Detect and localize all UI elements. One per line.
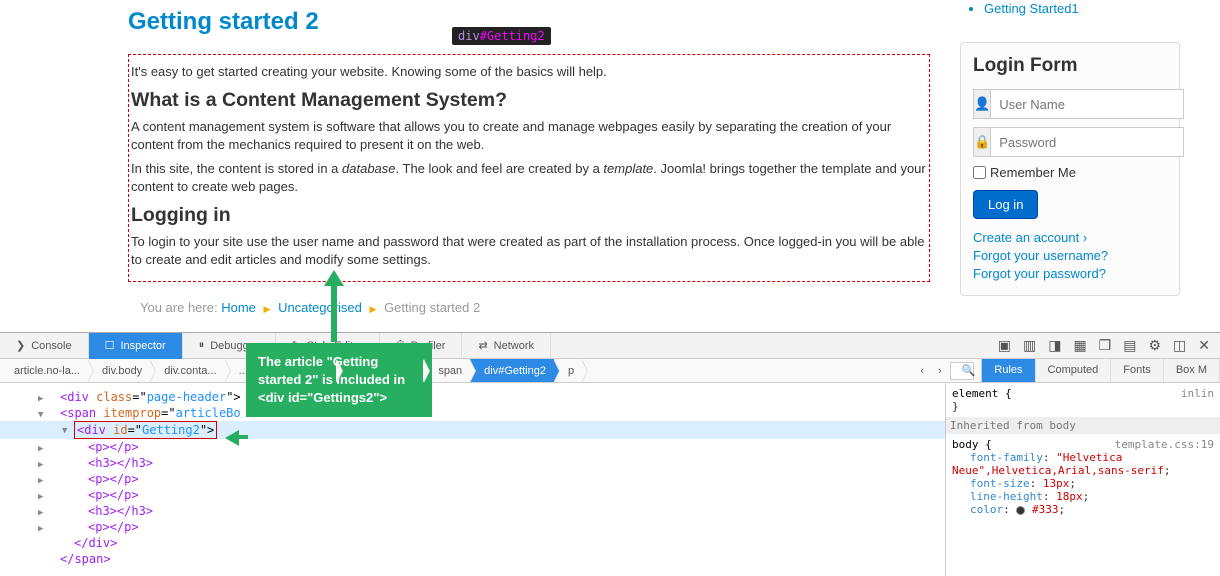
twisty-icon[interactable]: ▶ (38, 441, 43, 457)
sidebar-links: Getting Started1 (960, 0, 1180, 18)
arrow-icon (238, 435, 248, 439)
inherited-label: Inherited from body (946, 417, 1220, 434)
dom-tree[interactable]: ▶<div class="page-header"> ▼<span itempr… (0, 383, 945, 576)
close-icon[interactable]: ✕ (1198, 337, 1210, 354)
article-heading-2: Logging in (131, 204, 927, 227)
forgot-username-link[interactable]: Forgot your username? (973, 247, 1167, 265)
devtools-panel: ❯Console ☐Inspector ⏸Debugger ✎Style Edi… (0, 332, 1220, 576)
tab-console[interactable]: ❯Console (0, 333, 89, 359)
password-input[interactable] (990, 127, 1184, 157)
settings-icon[interactable]: ⚙ (1148, 337, 1161, 354)
arrow-icon (324, 270, 344, 286)
twisty-icon[interactable]: ▶ (38, 391, 43, 407)
login-form: Login Form 👤 🔒 Remember Me Log in Create… (960, 42, 1180, 296)
console-icon: ❯ (16, 339, 25, 352)
breadcrumb-home[interactable]: Home (221, 300, 256, 315)
user-icon: 👤 (973, 89, 990, 119)
responsive-icon[interactable]: ▥ (1023, 337, 1036, 354)
lock-icon: 🔒 (973, 127, 990, 157)
css-tab-fonts[interactable]: Fonts (1111, 359, 1164, 382)
twisty-icon[interactable]: ▶ (38, 457, 43, 473)
breadcrumb: You are here: Home ▶ Uncategorised ▶ Get… (128, 300, 930, 315)
chevron-right-icon: › (1083, 230, 1087, 245)
tab-inspector[interactable]: ☐Inspector (89, 333, 183, 359)
bc-next-icon[interactable]: › (932, 365, 948, 377)
username-input[interactable] (990, 89, 1184, 119)
twisty-icon[interactable]: ▶ (38, 473, 43, 489)
twisty-icon[interactable]: ▶ (38, 521, 43, 537)
login-heading: Login Form (973, 55, 1167, 77)
twisty-icon[interactable]: ▶ (38, 505, 43, 521)
search-icon: 🔍 (956, 364, 982, 377)
article-p2: In this site, the content is stored in a… (131, 160, 927, 196)
breadcrumb-current: Getting started 2 (384, 300, 480, 315)
css-rules-panel: element {inlin } Inherited from body bod… (945, 383, 1220, 576)
css-tab-rules[interactable]: Rules (982, 359, 1035, 382)
remember-me-checkbox[interactable] (973, 166, 986, 179)
forgot-password-link[interactable]: Forgot your password? (973, 265, 1167, 283)
breadcrumb-category[interactable]: Uncategorised (278, 300, 362, 315)
remember-me-label: Remember Me (990, 165, 1076, 180)
article-p3: To login to your site use the user name … (131, 233, 927, 269)
dock-icon[interactable]: ◫ (1173, 337, 1186, 354)
article-intro: It's easy to get started creating your w… (131, 63, 927, 81)
sidebar-link-getting-started-1[interactable]: Getting Started1 (984, 1, 1079, 16)
network-icon: ⇄ (478, 339, 487, 352)
article-heading-1: What is a Content Management System? (131, 89, 927, 112)
devtools-tabbar: ❯Console ☐Inspector ⏸Debugger ✎Style Edi… (0, 333, 1220, 359)
color-swatch-icon[interactable] (1016, 506, 1025, 515)
arrow-icon (331, 282, 337, 342)
login-button[interactable]: Log in (973, 190, 1038, 219)
css-tab-computed[interactable]: Computed (1036, 359, 1112, 382)
bc-div-container[interactable]: div.conta... (150, 359, 224, 383)
bc-div-body[interactable]: div.body (88, 359, 150, 383)
create-account-link[interactable]: Create an account › (973, 229, 1167, 247)
inspector-tooltip: div#Getting2 (452, 27, 551, 45)
tab-network[interactable]: ⇄Network (462, 333, 551, 359)
bc-getting2[interactable]: div#Getting2 (470, 359, 554, 383)
chevron-right-icon: ▶ (370, 304, 377, 314)
bc-prev-icon[interactable]: ‹ (914, 365, 930, 377)
scratchpad-icon[interactable]: ▦ (1073, 337, 1086, 354)
ruler-icon[interactable]: ▤ (1123, 337, 1136, 354)
inspector-icon: ☐ (105, 339, 115, 352)
bc-article[interactable]: article.no-la... (0, 359, 88, 383)
debugger-icon: ⏸ (199, 339, 205, 352)
inspected-element-highlight: It's easy to get started creating your w… (128, 54, 930, 282)
chevron-right-icon: ▶ (264, 304, 271, 314)
twisty-icon[interactable]: ▼ (62, 423, 67, 439)
cube-icon[interactable]: ❒ (1099, 337, 1112, 354)
highlight-icon[interactable]: ▣ (998, 337, 1011, 354)
paint-icon[interactable]: ◨ (1048, 337, 1061, 354)
arrow-icon (225, 430, 239, 446)
article-p1: A content management system is software … (131, 118, 927, 154)
twisty-icon[interactable]: ▶ (38, 489, 43, 505)
css-tab-box[interactable]: Box M (1164, 359, 1220, 382)
dom-breadcrumb: article.no-la... div.body div.conta... .… (0, 359, 1220, 383)
